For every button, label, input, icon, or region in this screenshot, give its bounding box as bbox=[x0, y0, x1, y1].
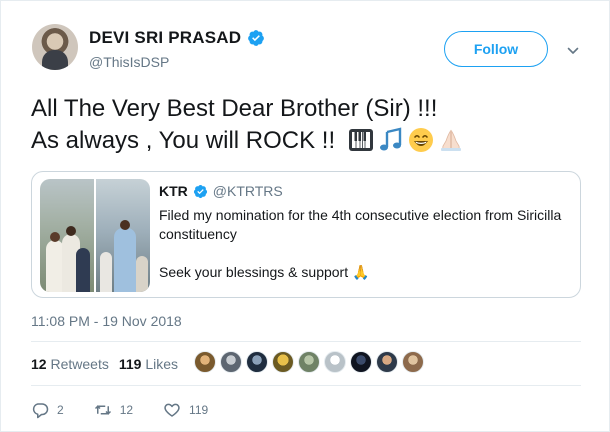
grinning-face-emoji-icon bbox=[408, 127, 434, 153]
avatar[interactable] bbox=[32, 24, 78, 70]
tweet-text-line-2: As always , You will ROCK !! bbox=[31, 125, 591, 157]
quoted-text-paragraph-2: Seek your blessings & support 🙏 bbox=[159, 264, 370, 280]
tweet-actions: 2 12 119 bbox=[31, 401, 238, 419]
divider bbox=[31, 385, 581, 386]
reply-action[interactable]: 2 bbox=[31, 401, 64, 419]
likes-label: Likes bbox=[145, 356, 178, 372]
retweet-action[interactable]: 12 bbox=[94, 401, 133, 419]
liker-avatar[interactable] bbox=[376, 351, 398, 373]
emoji-row bbox=[348, 127, 464, 153]
quoted-text-paragraph-1: Filed my nomination for the 4th consecut… bbox=[159, 207, 562, 242]
quoted-handle[interactable]: @KTRTRS bbox=[213, 183, 283, 199]
follow-button[interactable]: Follow bbox=[444, 31, 548, 67]
retweets-label: Retweets bbox=[50, 356, 109, 372]
piano-emoji-icon bbox=[348, 127, 374, 153]
likes-count: 119 bbox=[118, 356, 142, 372]
tweet-text: All The Very Best Dear Brother (Sir) !!!… bbox=[31, 93, 591, 157]
verified-badge-icon bbox=[248, 30, 265, 46]
likes-stat[interactable]: 119 Likes bbox=[119, 356, 178, 372]
liker-avatar[interactable] bbox=[350, 351, 372, 373]
liker-avatar[interactable] bbox=[220, 351, 242, 373]
retweet-icon bbox=[94, 405, 111, 415]
author-name-row: DEVI SRI PRASAD bbox=[89, 28, 265, 48]
chevron-down-icon[interactable] bbox=[567, 45, 579, 57]
liker-avatar[interactable] bbox=[324, 351, 346, 373]
liker-avatars bbox=[194, 351, 424, 373]
quoted-tweet-header: KTR @KTRTRS bbox=[159, 183, 283, 199]
quoted-display-name[interactable]: KTR bbox=[159, 183, 188, 199]
media-photo-2 bbox=[96, 179, 150, 292]
verified-badge-icon bbox=[193, 184, 207, 198]
like-count: 119 bbox=[189, 403, 209, 417]
retweets-stat[interactable]: 12 Retweets bbox=[31, 356, 109, 372]
tweet-text-line-1: All The Very Best Dear Brother (Sir) !!! bbox=[31, 95, 438, 122]
quoted-tweet[interactable]: KTR @KTRTRS Filed my nomination for the … bbox=[31, 171, 581, 298]
reply-count: 2 bbox=[57, 403, 64, 417]
author-handle[interactable]: @ThisIsDSP bbox=[89, 54, 169, 70]
retweet-count: 12 bbox=[119, 403, 134, 417]
display-name[interactable]: DEVI SRI PRASAD bbox=[89, 28, 241, 48]
liker-avatar[interactable] bbox=[194, 351, 216, 373]
liker-avatar[interactable] bbox=[402, 351, 424, 373]
quoted-tweet-media[interactable] bbox=[40, 179, 150, 292]
quoted-tweet-text: Filed my nomination for the 4th consecut… bbox=[159, 206, 569, 282]
like-action[interactable]: 119 bbox=[163, 401, 208, 419]
engagement-stats: 12 Retweets 119 Likes bbox=[31, 356, 178, 372]
reply-icon bbox=[32, 403, 49, 419]
liker-avatar[interactable] bbox=[272, 351, 294, 373]
divider bbox=[31, 341, 581, 342]
tweet-timestamp[interactable]: 11:08 PM - 19 Nov 2018 bbox=[31, 313, 182, 329]
media-photo-1 bbox=[40, 179, 94, 292]
liker-avatar[interactable] bbox=[298, 351, 320, 373]
music-notes-emoji-icon bbox=[378, 127, 404, 153]
tweet-card: DEVI SRI PRASAD @ThisIsDSP Follow All Th… bbox=[0, 0, 610, 432]
tweet-text-line-2-text: As always , You will ROCK !! bbox=[31, 127, 342, 154]
retweets-count: 12 bbox=[31, 356, 47, 372]
folded-hands-emoji-icon bbox=[438, 127, 464, 153]
liker-avatar[interactable] bbox=[246, 351, 268, 373]
heart-icon bbox=[164, 403, 180, 417]
